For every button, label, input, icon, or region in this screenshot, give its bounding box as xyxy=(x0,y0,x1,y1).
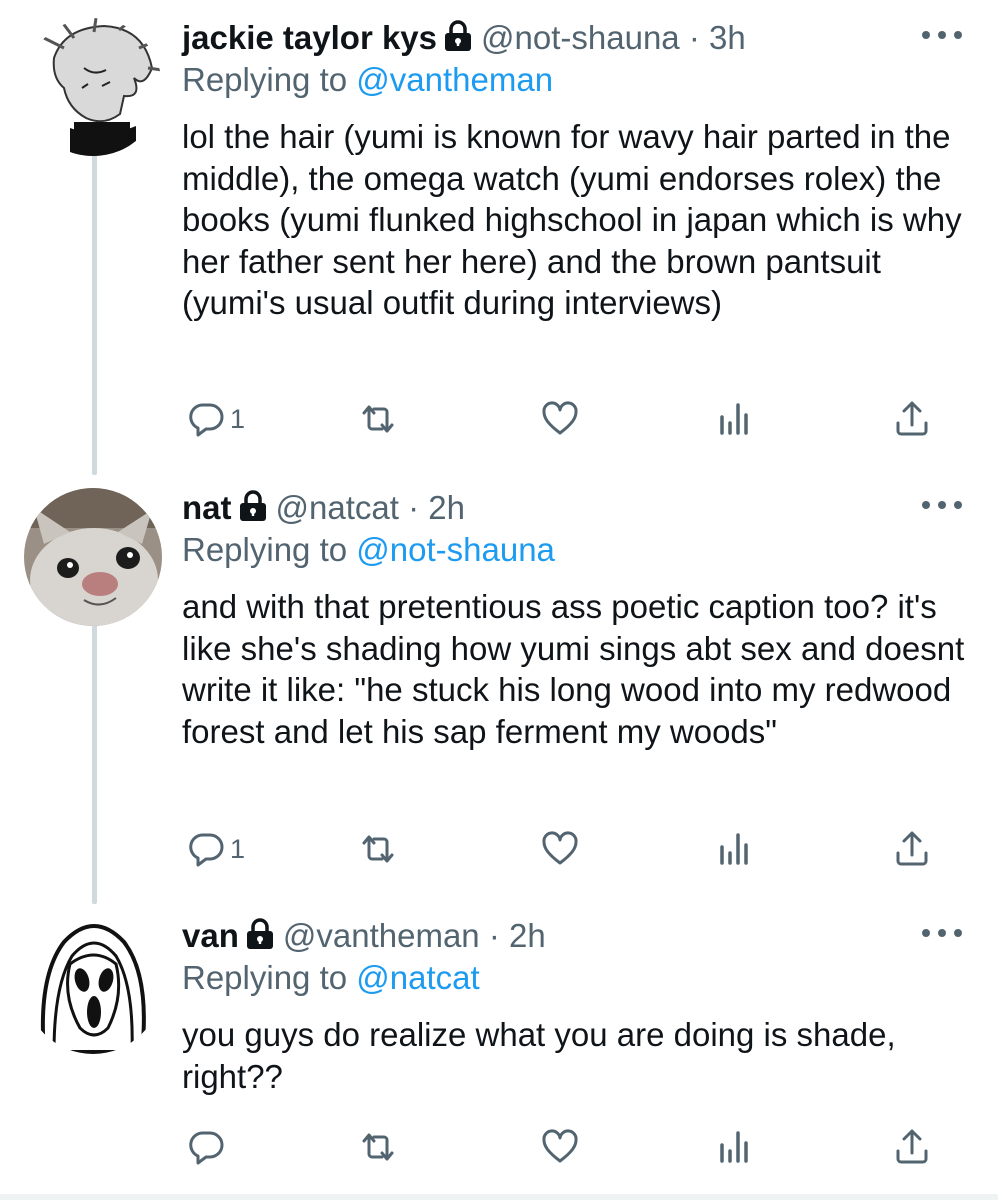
replying-to-label: Replying to xyxy=(182,61,357,98)
like-icon xyxy=(542,401,578,435)
retweet-icon xyxy=(362,835,394,863)
replying-to-mention[interactable]: @natcat xyxy=(356,959,479,996)
lock-icon xyxy=(246,918,273,949)
like-button[interactable] xyxy=(540,826,580,872)
reply-icon xyxy=(189,833,224,867)
replying-to-mention[interactable]: @vantheman xyxy=(356,61,553,98)
avatar[interactable] xyxy=(24,488,162,626)
retweet-icon xyxy=(362,405,394,433)
reply-icon xyxy=(189,1131,224,1165)
reply-button[interactable]: 1 xyxy=(186,826,245,872)
share-button[interactable] xyxy=(892,826,932,872)
cat-photo-avatar-icon xyxy=(24,488,162,626)
lock-icon xyxy=(445,20,472,51)
replying-to-label: Replying to xyxy=(182,531,357,568)
share-button[interactable] xyxy=(892,396,932,442)
like-button[interactable] xyxy=(540,396,580,442)
replying-to-line: Replying to @natcat xyxy=(182,958,480,998)
ghostface-avatar-icon xyxy=(24,916,162,1054)
timestamp[interactable]: 3h xyxy=(709,19,746,56)
separator-dot: · xyxy=(408,489,420,526)
reply-button[interactable]: 1 xyxy=(186,396,245,442)
replying-to-mention[interactable]: @not-shauna xyxy=(356,531,555,568)
tweet-actions: 1 xyxy=(0,396,998,442)
tweet-header: nat @natcat · 2h xyxy=(182,488,938,528)
username-handle[interactable]: @natcat xyxy=(276,489,399,526)
analytics-icon xyxy=(720,833,748,865)
username-handle[interactable]: @vantheman xyxy=(283,917,480,954)
tweet-text: lol the hair (yumi is known for wavy hai… xyxy=(182,118,962,321)
separator-dot: · xyxy=(688,19,700,56)
tweet-text: and with that pretentious ass poetic cap… xyxy=(182,588,965,750)
share-icon xyxy=(896,401,928,436)
reply-icon xyxy=(189,403,224,437)
replying-to-line: Replying to @not-shauna xyxy=(182,530,555,570)
display-name[interactable]: van xyxy=(182,917,239,954)
reply-count: 1 xyxy=(230,403,246,434)
avatar[interactable] xyxy=(24,916,162,1054)
more-icon[interactable] xyxy=(922,498,962,512)
tweet-header: jackie taylor kys @not-shauna · 3h xyxy=(182,18,938,58)
tweet-actions: 1 xyxy=(0,826,998,872)
retweet-button[interactable] xyxy=(358,826,398,872)
reply-count: 1 xyxy=(230,833,246,864)
tweet[interactable]: jackie taylor kys @not-shauna · 3h Replyi… xyxy=(0,18,998,458)
replying-to-line: Replying to @vantheman xyxy=(182,60,553,100)
lock-icon xyxy=(239,490,266,521)
analytics-button[interactable] xyxy=(714,1124,754,1170)
like-icon xyxy=(542,831,578,865)
retweet-button[interactable] xyxy=(358,396,398,442)
share-icon xyxy=(896,1129,928,1164)
analytics-icon xyxy=(720,403,748,435)
tweet-actions xyxy=(0,1124,998,1170)
tweet-header: van @vantheman · 2h xyxy=(182,916,938,956)
separator-dot: · xyxy=(488,917,500,954)
timestamp[interactable]: 2h xyxy=(509,917,546,954)
retweet-icon xyxy=(362,1133,394,1161)
like-button[interactable] xyxy=(540,1124,580,1170)
like-icon xyxy=(542,1129,578,1163)
display-name[interactable]: jackie taylor kys xyxy=(182,19,437,56)
more-icon[interactable] xyxy=(922,28,962,42)
analytics-button[interactable] xyxy=(714,396,754,442)
display-name[interactable]: nat xyxy=(182,489,232,526)
share-icon xyxy=(896,831,928,866)
bottom-divider xyxy=(0,1194,998,1200)
replying-to-label: Replying to xyxy=(182,959,357,996)
tweet[interactable]: van @vantheman · 2h Replying to @natcat y… xyxy=(0,916,998,1176)
tweet-text: you guys do realize what you are doing i… xyxy=(182,1016,896,1095)
more-icon[interactable] xyxy=(922,926,962,940)
analytics-icon xyxy=(720,1131,748,1163)
retweet-button[interactable] xyxy=(358,1124,398,1170)
analytics-button[interactable] xyxy=(714,826,754,872)
share-button[interactable] xyxy=(892,1124,932,1170)
tweet[interactable]: nat @natcat · 2h Replying to @not-shauna … xyxy=(0,488,998,888)
reply-button[interactable] xyxy=(186,1124,230,1170)
manga-character-avatar-icon xyxy=(24,18,162,156)
timestamp[interactable]: 2h xyxy=(428,489,465,526)
avatar[interactable] xyxy=(24,18,162,156)
username-handle[interactable]: @not-shauna xyxy=(481,19,680,56)
